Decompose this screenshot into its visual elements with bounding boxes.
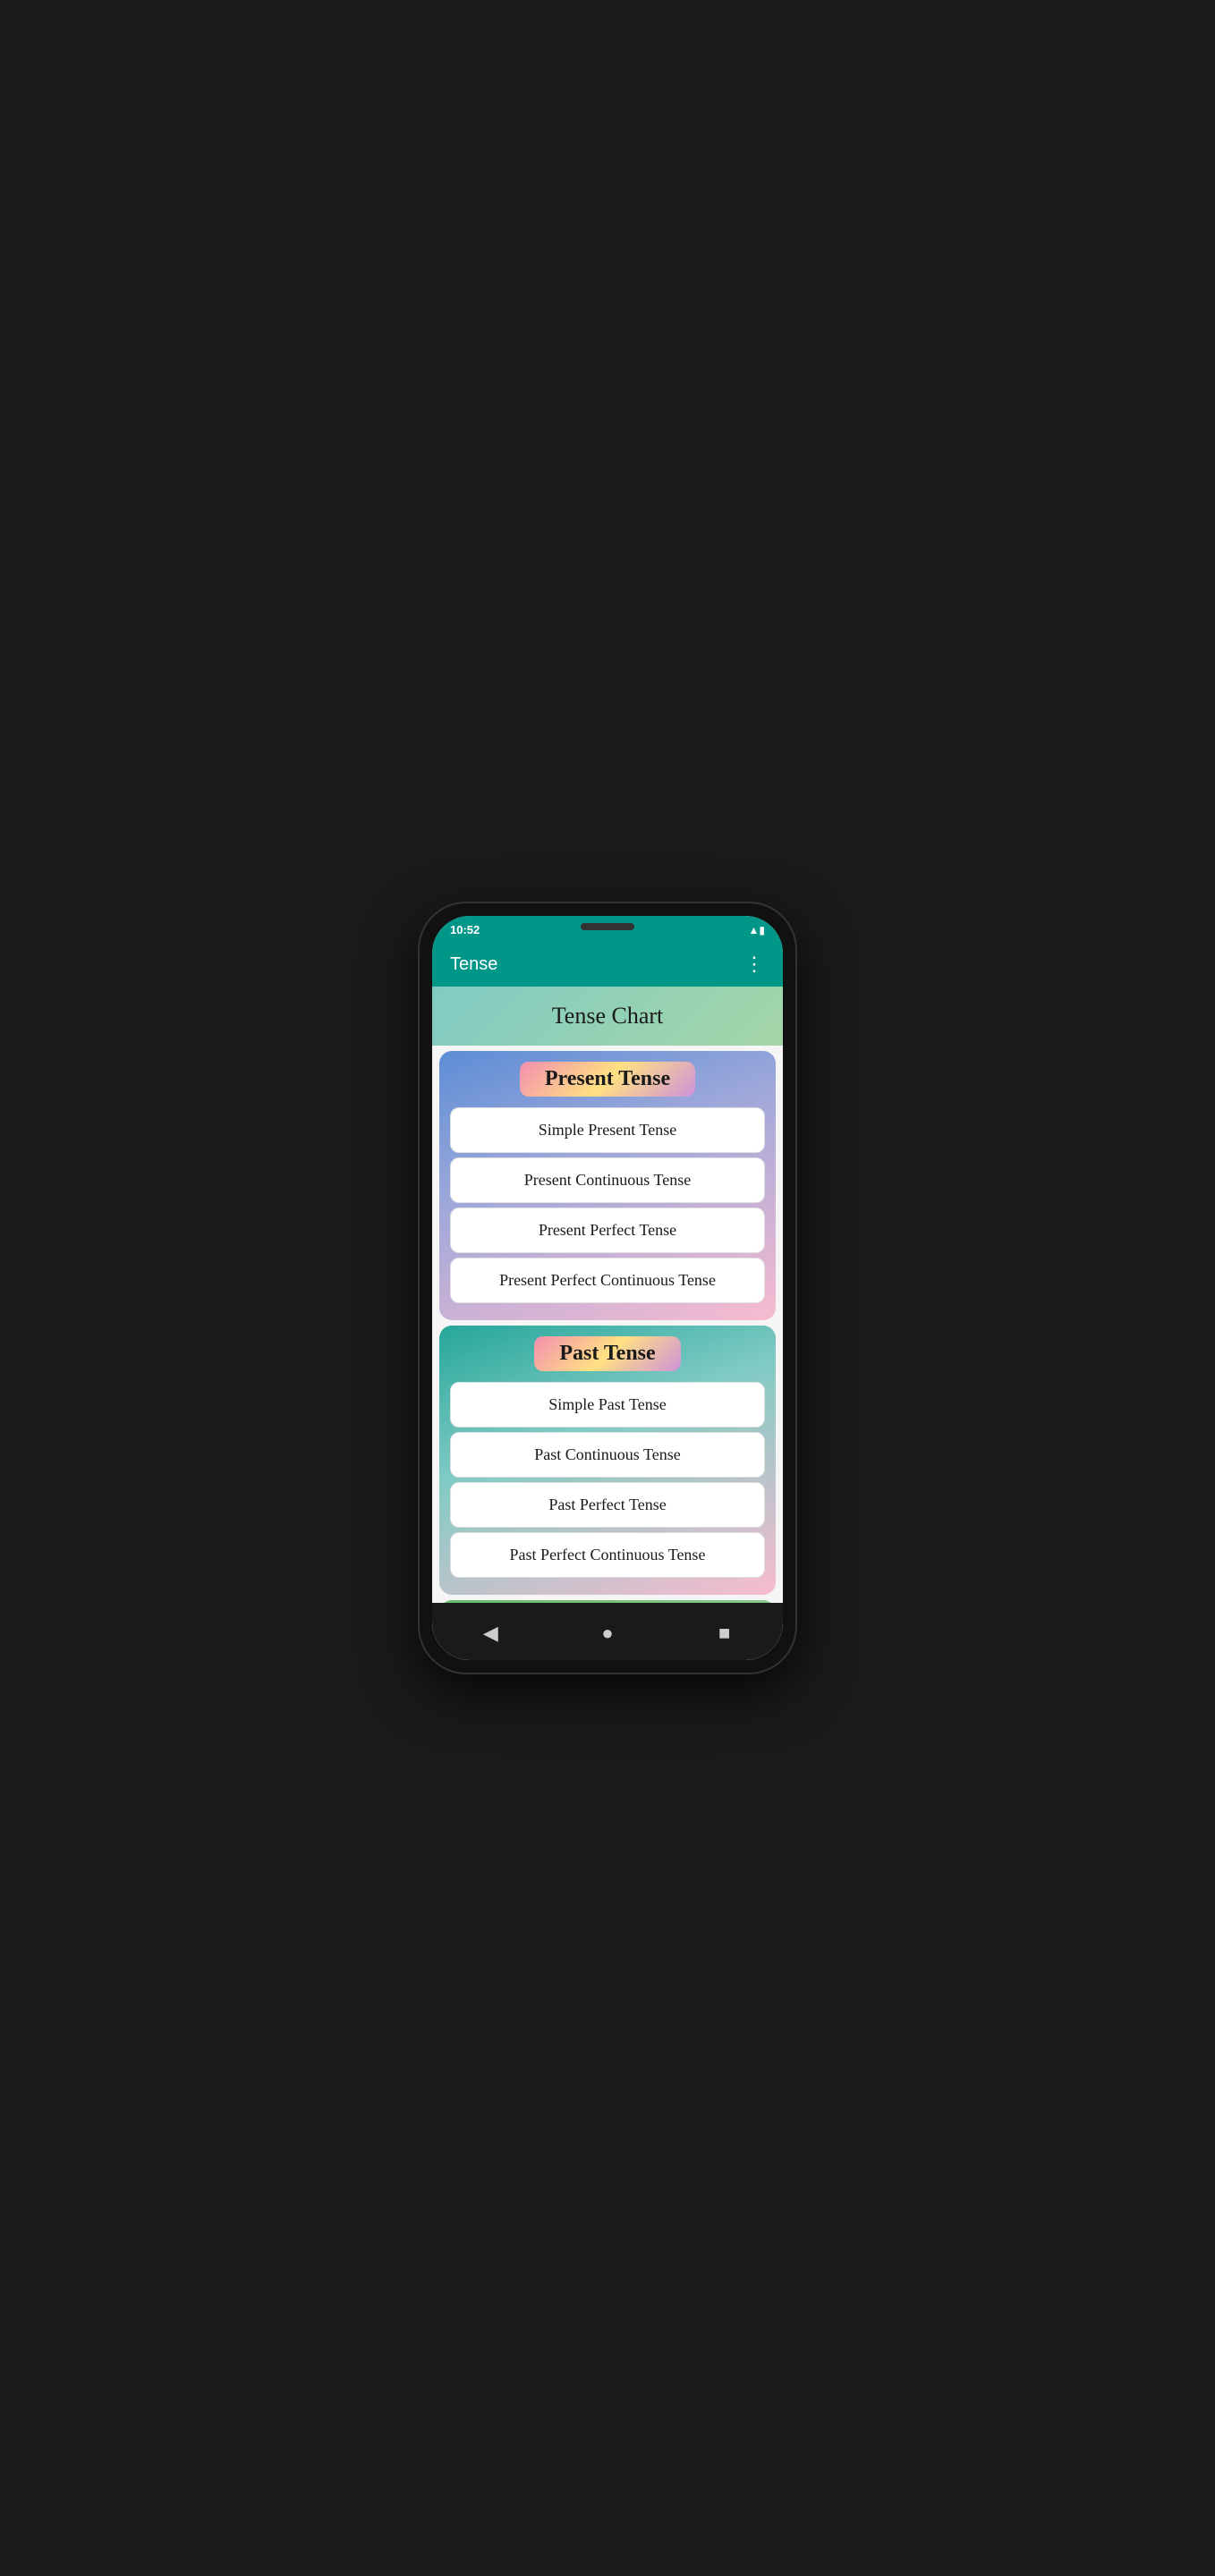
tense-item-text: Present Continuous Tense (524, 1171, 691, 1189)
tense-item-text: Past Perfect Continuous Tense (510, 1546, 706, 1563)
tense-item-text: Past Perfect Tense (548, 1496, 666, 1513)
present-label-wrap: Present Tense (448, 1062, 767, 1097)
home-button[interactable]: ● (590, 1615, 625, 1651)
chart-header: Tense Chart (432, 987, 783, 1046)
tense-item[interactable]: Present Perfect Continuous Tense (450, 1258, 765, 1303)
sections-container: Present Tense Simple Present Tense Present… (432, 1051, 783, 1603)
recent-button[interactable]: ■ (707, 1615, 743, 1651)
section-present: Present Tense Simple Present Tense Present… (439, 1051, 776, 1320)
past-label-wrap: Past Tense (448, 1336, 767, 1371)
present-section-label: Present Tense (520, 1062, 695, 1097)
main-content[interactable]: Tense Chart Present Tense Simple Present … (432, 987, 783, 1603)
tense-item[interactable]: Simple Past Tense (450, 1382, 765, 1428)
app-title: Tense (450, 954, 497, 975)
chart-title: Tense Chart (552, 1003, 664, 1029)
status-icons: ▲▮ (749, 924, 765, 936)
bottom-nav: ◀ ● ■ (432, 1603, 783, 1660)
tense-item-text: Present Perfect Tense (539, 1221, 676, 1239)
tense-item-text: Simple Past Tense (548, 1395, 666, 1413)
tense-item-text: Present Perfect Continuous Tense (499, 1271, 716, 1289)
phone-frame: 10:52 ▲▮ Tense ⋮ Tense Chart Present Ten… (420, 903, 795, 1673)
status-time: 10:52 (450, 923, 480, 936)
tense-item[interactable]: Present Perfect Tense (450, 1208, 765, 1253)
status-bar: 10:52 ▲▮ (432, 916, 783, 942)
back-button[interactable]: ◀ (472, 1615, 508, 1651)
tense-item[interactable]: Present Continuous Tense (450, 1157, 765, 1203)
tense-item-text: Simple Present Tense (539, 1121, 676, 1139)
tense-item[interactable]: Past Perfect Continuous Tense (450, 1532, 765, 1578)
app-bar: Tense ⋮ (432, 942, 783, 987)
past-section-label: Past Tense (534, 1336, 680, 1371)
menu-button[interactable]: ⋮ (744, 953, 765, 976)
signal-icon: ▲▮ (749, 924, 765, 936)
tense-item-text: Past Continuous Tense (534, 1445, 680, 1463)
phone-screen: 10:52 ▲▮ Tense ⋮ Tense Chart Present Ten… (432, 916, 783, 1660)
tense-item[interactable]: Simple Present Tense (450, 1107, 765, 1153)
section-past: Past Tense Simple Past Tense Past Continuo… (439, 1326, 776, 1595)
tense-item[interactable]: Past Continuous Tense (450, 1432, 765, 1478)
tense-item[interactable]: Past Perfect Tense (450, 1482, 765, 1528)
